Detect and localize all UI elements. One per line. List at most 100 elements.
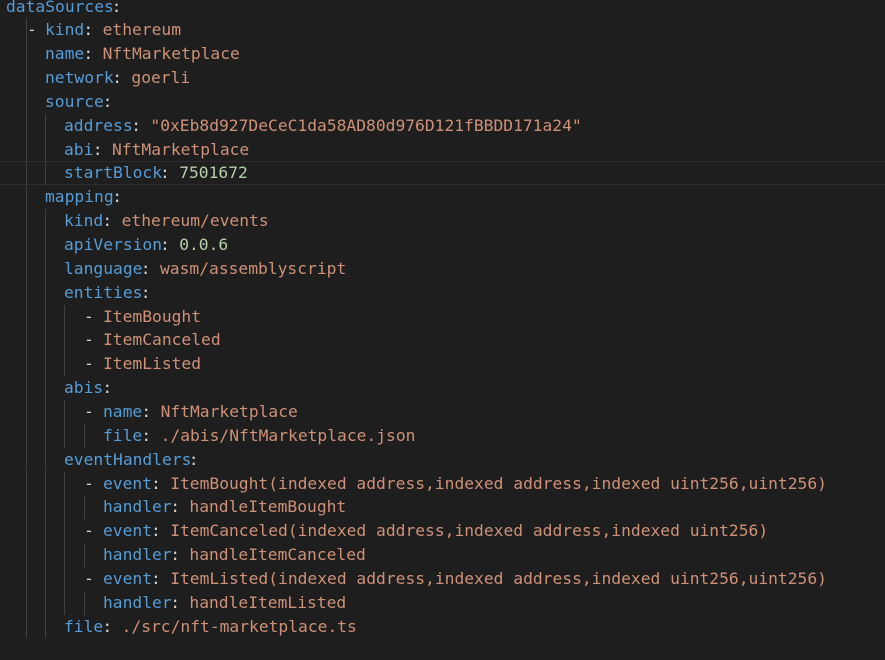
colon: :: [102, 91, 113, 111]
indent-guide: [26, 66, 27, 90]
code-line[interactable]: network: goerli: [0, 66, 885, 90]
yaml-value: NftMarketplace: [112, 139, 250, 159]
yaml-key: entities: [64, 282, 143, 302]
code-line[interactable]: address: "0xEb8d927DeCeC1da58AD80d976D121…: [0, 113, 885, 138]
code-line[interactable]: file: ./src/nft-marketplace.ts: [0, 614, 885, 639]
indent-guide: [45, 113, 46, 138]
yaml-value: handleItemCanceled: [189, 545, 366, 565]
code-line[interactable]: entities:: [0, 280, 885, 305]
indent-guide: [64, 543, 65, 567]
yaml-value: NftMarketplace: [160, 401, 298, 421]
list-dash: -: [84, 473, 94, 493]
indent-guide: [64, 399, 65, 424]
code-line[interactable]: - ItemBought: [0, 304, 885, 329]
yaml-key: address: [64, 115, 133, 135]
code-line[interactable]: name: NftMarketplace: [0, 42, 885, 67]
yaml-key: mapping: [45, 187, 114, 207]
yaml-value: ItemListed: [103, 354, 202, 374]
indent-guide: [64, 519, 65, 544]
indent-guide: [26, 614, 27, 639]
colon: :: [170, 545, 180, 565]
code-line[interactable]: apiVersion:0.0.6: [0, 233, 885, 257]
yaml-key: eventHandlers: [64, 449, 192, 469]
indent-guide: [45, 495, 46, 520]
indent-guide: [45, 614, 46, 639]
colon: :: [151, 568, 161, 588]
indent-guide: [26, 543, 27, 567]
colon: :: [151, 521, 161, 541]
code-line[interactable]: eventHandlers:: [0, 447, 885, 472]
code-line[interactable]: - event: ItemBought(indexed address,indexe…: [0, 471, 885, 496]
yaml-key: file: [103, 425, 143, 445]
yaml-key: event: [103, 473, 153, 493]
code-line[interactable]: language: wasm/assemblyscript: [0, 256, 885, 281]
code-line[interactable]: handler: handleItemListed: [0, 590, 885, 615]
code-editor[interactable]: dataSources: - kind: ethereum name: NftMarket…: [0, 0, 885, 660]
yaml-value: ./abis/NftMarketplace.json: [160, 425, 416, 445]
colon: :: [92, 139, 103, 159]
code-line[interactable]: abis:: [0, 376, 885, 400]
colon: :: [141, 401, 152, 421]
list-dash: -: [84, 521, 94, 541]
yaml-key: event: [103, 521, 153, 541]
indent-guide: [45, 233, 46, 257]
yaml-key: name: [45, 44, 85, 64]
indent-guide: [64, 352, 65, 377]
indent-guide: [64, 566, 65, 591]
indent-guide: [26, 209, 27, 233]
yaml-key: language: [64, 258, 143, 278]
indent-guide: [26, 376, 27, 400]
yaml-key: apiVersion: [64, 235, 163, 254]
code-line[interactable]: source:: [0, 89, 885, 114]
code-line[interactable]: mapping:: [0, 185, 885, 210]
indent-guide: [45, 376, 46, 400]
indent-guide: [45, 399, 46, 424]
code-line[interactable]: - event: ItemListed(indexed address,indexe…: [0, 566, 885, 591]
list-dash: -: [84, 354, 94, 374]
colon: :: [140, 282, 151, 302]
indent-guide: [84, 495, 85, 520]
indent-guide: [26, 185, 27, 210]
indent-guide: [45, 161, 46, 186]
code-line[interactable]: - event: ItemCanceled(indexed address,inde…: [0, 519, 885, 544]
yaml-key: network: [45, 68, 114, 88]
indent-guide: [26, 256, 27, 281]
indent-guide: [64, 495, 65, 520]
indent-guide: [45, 352, 46, 377]
code-line[interactable]: - kind: ethereum: [0, 18, 885, 43]
yaml-value: "0xEb8d927DeCeC1da58AD80d976D121fBBDD171…: [150, 115, 582, 135]
code-line[interactable]: - ItemCanceled: [0, 328, 885, 353]
indent-guide: [64, 328, 65, 353]
code-line[interactable]: - ItemListed: [0, 352, 885, 377]
code-line[interactable]: - name: NftMarketplace: [0, 399, 885, 424]
colon: :: [151, 473, 161, 493]
yaml-key: name: [103, 401, 143, 421]
indent-guide: [26, 471, 27, 496]
yaml-value: ItemBought(indexed address,indexed addre…: [170, 473, 827, 493]
code-line[interactable]: handler: handleItemBought: [0, 495, 885, 520]
yaml-value: ItemListed(indexed address,indexed addre…: [170, 568, 827, 588]
code-line[interactable]: abi: NftMarketplace: [0, 137, 885, 162]
code-line[interactable]: startBlock:7501672: [0, 161, 885, 186]
indent-guide: [26, 590, 27, 615]
colon: :: [102, 211, 113, 231]
list-dash: -: [84, 401, 94, 421]
yaml-value: ItemCanceled(indexed address,indexed add…: [170, 521, 769, 541]
yaml-value: wasm/assemblyscript: [160, 258, 347, 278]
yaml-value: ethereum/events: [121, 211, 269, 231]
code-line[interactable]: kind: ethereum/events: [0, 209, 885, 233]
yaml-value: ItemBought: [103, 306, 202, 326]
code-line[interactable]: handler: handleItemCanceled: [0, 543, 885, 567]
code-line[interactable]: dataSources:: [0, 0, 885, 18]
colon: :: [188, 449, 199, 469]
indent-guide: [84, 543, 85, 567]
yaml-value: goerli: [131, 68, 191, 88]
list-dash: -: [27, 20, 37, 40]
list-dash: -: [84, 306, 94, 326]
indent-guide: [26, 137, 27, 162]
indent-guide: [26, 566, 27, 591]
colon: :: [170, 592, 180, 612]
indent-guide: [26, 304, 27, 329]
code-line[interactable]: file: ./abis/NftMarketplace.json: [0, 423, 885, 448]
yaml-key: handler: [103, 592, 172, 612]
